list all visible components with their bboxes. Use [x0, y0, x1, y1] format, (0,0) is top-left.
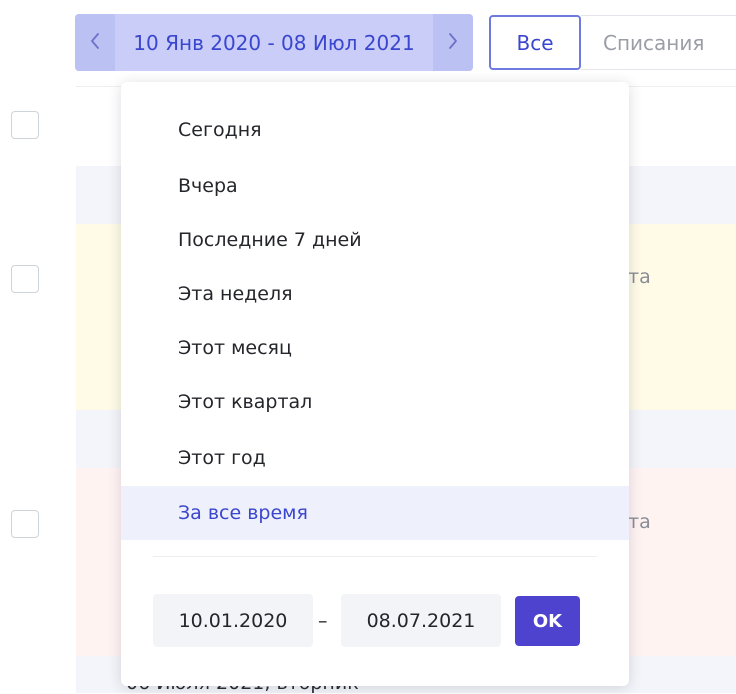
filter-tab-all[interactable]: Все: [489, 15, 581, 70]
date-from-input[interactable]: [153, 594, 313, 647]
row-checkbox[interactable]: [11, 265, 39, 293]
preset-this-year[interactable]: Этот год: [121, 431, 629, 485]
date-range-picker[interactable]: 10 Янв 2020 - 08 Июл 2021: [75, 14, 473, 71]
next-period-button[interactable]: [433, 14, 473, 71]
prev-period-button[interactable]: [75, 14, 115, 71]
preset-all-time[interactable]: За все время: [121, 486, 629, 540]
row-text-fragment: та: [628, 266, 651, 288]
preset-this-week[interactable]: Эта неделя: [121, 267, 629, 321]
preset-this-month[interactable]: Этот месяц: [121, 321, 629, 375]
chevron-left-icon: [88, 31, 102, 55]
preset-yesterday[interactable]: Вчера: [121, 159, 629, 213]
chevron-right-icon: [446, 31, 460, 55]
range-separator: –: [318, 609, 328, 632]
row-text-fragment: та: [628, 511, 651, 533]
date-range-label[interactable]: 10 Янв 2020 - 08 Июл 2021: [115, 14, 433, 71]
row-checkbox[interactable]: [11, 510, 39, 538]
preset-last-7-days[interactable]: Последние 7 дней: [121, 213, 629, 267]
date-preset-dropdown: Сегодня Вчера Последние 7 дней Эта недел…: [121, 82, 629, 686]
row-checkbox[interactable]: [11, 111, 39, 139]
preset-today[interactable]: Сегодня: [121, 103, 629, 157]
preset-this-quarter[interactable]: Этот квартал: [121, 375, 629, 429]
dropdown-divider: [153, 556, 597, 557]
ok-button[interactable]: OK: [515, 596, 580, 646]
filter-tab-writeoffs[interactable]: Списания: [581, 15, 736, 70]
date-to-input[interactable]: [341, 594, 501, 647]
